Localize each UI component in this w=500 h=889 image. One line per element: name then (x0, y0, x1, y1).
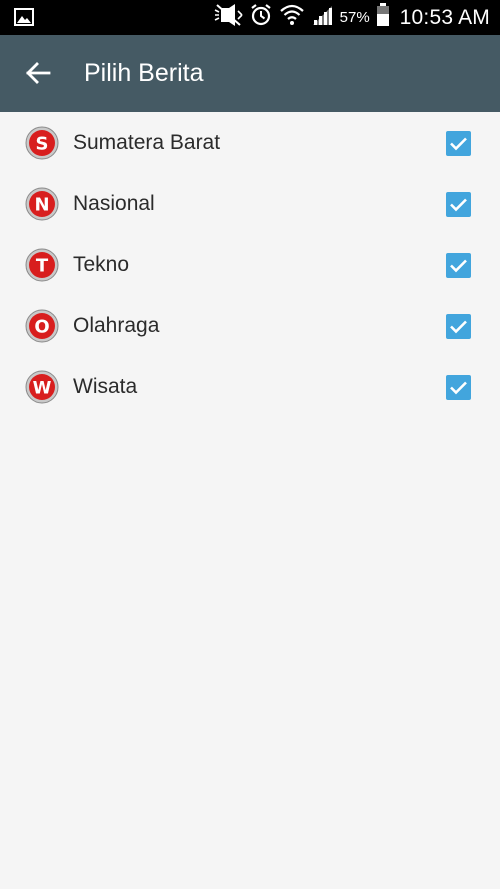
logo-letter: N (34, 195, 49, 216)
list-item-wisata[interactable]: W Wisata (0, 356, 500, 417)
list-item-sumatera-barat[interactable]: S Sumatera Barat (0, 112, 500, 173)
signal-icon (311, 4, 333, 31)
check-icon (450, 259, 467, 273)
checkbox-tekno[interactable] (446, 253, 471, 278)
app-bar: Pilih Berita (0, 35, 500, 112)
back-button[interactable] (18, 55, 58, 95)
checkbox-wisata[interactable] (446, 375, 471, 400)
alarm-icon (249, 3, 273, 32)
logo-w-icon: W (25, 370, 59, 404)
status-bar: 57% 10:53 AM (0, 0, 500, 35)
gallery-icon (14, 8, 34, 26)
checkbox-olahraga[interactable] (446, 314, 471, 339)
list-item-olahraga[interactable]: O Olahraga (0, 295, 500, 356)
check-icon (450, 198, 467, 212)
wifi-icon (279, 3, 305, 32)
item-label: Tekno (73, 253, 130, 276)
logo-n-icon: N (25, 187, 59, 221)
item-label: Wisata (73, 375, 138, 398)
logo-s-icon: S (25, 126, 59, 160)
checkbox-nasional[interactable] (446, 192, 471, 217)
check-icon (450, 381, 467, 395)
battery-percent: 57% (339, 9, 370, 26)
logo-o-icon: O (25, 309, 59, 343)
status-icons: 57% 10:53 AM (213, 0, 490, 35)
item-label: Nasional (73, 192, 155, 215)
list-item-tekno[interactable]: T Tekno (0, 234, 500, 295)
logo-letter: W (33, 379, 52, 399)
check-icon (450, 137, 467, 151)
item-label: Sumatera Barat (73, 131, 221, 154)
clock: 10:53 AM (399, 5, 490, 29)
item-label: Olahraga (73, 314, 160, 337)
logo-letter: O (34, 317, 49, 338)
news-category-list: S Sumatera Barat N Nasional T Tekno O Ol… (0, 112, 500, 417)
page-title: Pilih Berita (84, 59, 204, 87)
check-icon (450, 320, 467, 334)
arrow-back-icon (25, 61, 51, 90)
checkbox-sumatera-barat[interactable] (446, 131, 471, 156)
logo-letter: S (36, 134, 49, 155)
logo-letter: T (36, 256, 49, 277)
list-item-nasional[interactable]: N Nasional (0, 173, 500, 234)
battery-icon (376, 3, 390, 32)
logo-t-icon: T (25, 248, 59, 282)
mute-icon (213, 4, 243, 31)
